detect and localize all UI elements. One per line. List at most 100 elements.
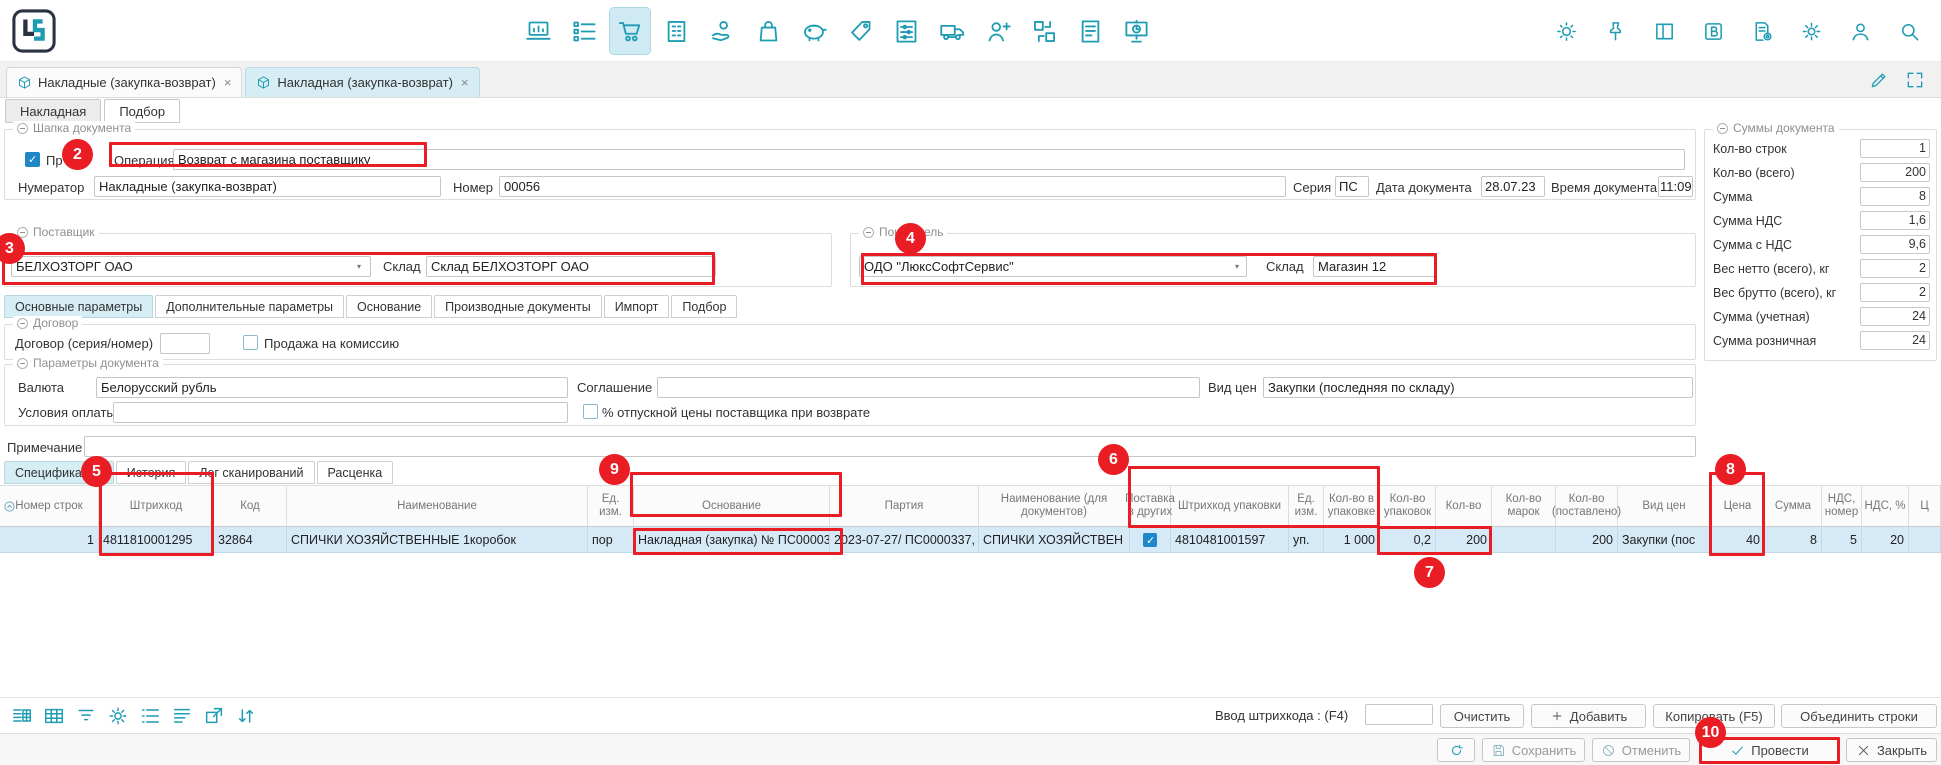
column-header[interactable]: Кол-во — [1436, 486, 1492, 526]
document-tab[interactable]: Накладные (закупка-возврат)× — [6, 67, 242, 97]
checklist-icon[interactable] — [564, 8, 604, 54]
cell[interactable] — [1130, 527, 1171, 552]
pin-icon[interactable] — [1597, 10, 1633, 52]
collapse-icon[interactable] — [863, 227, 874, 238]
price-tag-icon[interactable] — [840, 8, 880, 54]
brightness-icon[interactable] — [1548, 10, 1584, 52]
cell[interactable] — [1492, 527, 1556, 552]
column-header[interactable]: Вид цен — [1618, 486, 1711, 526]
cell[interactable]: 2023-07-27/ ПС0000337, — [830, 527, 979, 552]
collapse-icon[interactable] — [1717, 123, 1728, 134]
layout-columns-icon[interactable] — [1646, 10, 1682, 52]
document-tab[interactable]: Накладная (закупка-возврат)× — [245, 67, 479, 97]
piggy-bank-icon[interactable] — [794, 8, 834, 54]
sum-value[interactable]: 9,6 — [1860, 235, 1930, 254]
cell[interactable]: 8 — [1765, 527, 1822, 552]
doc-gear-icon[interactable] — [1744, 10, 1780, 52]
save-button[interactable]: Сохранить — [1482, 738, 1585, 762]
document-note-icon[interactable] — [1070, 8, 1110, 54]
column-header[interactable]: Ц — [1909, 486, 1941, 526]
subtab-0[interactable]: Накладная — [5, 99, 101, 123]
return-percent-checkbox[interactable] — [583, 404, 598, 419]
table-row[interactable]: 1481181000129532864СПИЧКИ ХОЗЯЙСТВЕННЫЕ … — [0, 527, 1941, 553]
contract-number-input[interactable] — [160, 333, 210, 354]
note-input[interactable] — [84, 436, 1696, 457]
refresh-button[interactable] — [1437, 738, 1475, 762]
column-header[interactable]: Кол-во упаковок — [1380, 486, 1436, 526]
split-merge-icon[interactable] — [1024, 8, 1064, 54]
param-tab-3[interactable]: Производные документы — [434, 295, 602, 318]
param-tab-0[interactable]: Основные параметры — [4, 295, 153, 318]
sum-value[interactable]: 1 — [1860, 139, 1930, 158]
cell[interactable] — [1909, 527, 1941, 552]
cell[interactable]: СПИЧКИ ХОЗЯЙСТВЕННЫЕ 1коробок — [287, 527, 588, 552]
sum-value[interactable]: 24 — [1860, 331, 1930, 350]
column-header[interactable]: Партия — [830, 486, 979, 526]
cell[interactable]: уп. — [1289, 527, 1324, 552]
close-tab-icon[interactable]: × — [224, 75, 232, 90]
currency-input[interactable] — [96, 377, 568, 398]
column-header[interactable]: Ед. изм. — [588, 486, 634, 526]
sum-value[interactable]: 2 — [1860, 259, 1930, 278]
filter-icon[interactable] — [74, 704, 98, 728]
list-numbered-icon[interactable] — [138, 704, 162, 728]
close-button[interactable]: Закрыть — [1846, 738, 1937, 762]
app-logo[interactable] — [12, 9, 56, 53]
laptop-chart-icon[interactable] — [518, 8, 558, 54]
clear-button[interactable]: Очистить — [1440, 704, 1524, 728]
column-header[interactable]: Кол-во (поставлено) — [1556, 486, 1618, 526]
list-plain-icon[interactable] — [170, 704, 194, 728]
search-icon[interactable] — [1891, 10, 1927, 52]
sum-value[interactable]: 200 — [1860, 163, 1930, 182]
agreement-input[interactable] — [657, 377, 1200, 398]
payment-terms-input[interactable] — [113, 402, 568, 423]
export-icon[interactable] — [202, 704, 226, 728]
sum-value[interactable]: 8 — [1860, 187, 1930, 206]
column-header[interactable]: Номер строк — [0, 486, 99, 526]
cell[interactable]: Закупки (пос — [1618, 527, 1711, 552]
param-tab-4[interactable]: Импорт — [604, 295, 670, 318]
gear-icon[interactable] — [1793, 10, 1829, 52]
posted-checkbox[interactable] — [25, 152, 40, 167]
bold-b-icon[interactable] — [1695, 10, 1731, 52]
subtab-1[interactable]: Подбор — [104, 99, 180, 123]
column-header[interactable]: Код — [214, 486, 287, 526]
param-tab-2[interactable]: Основание — [346, 295, 432, 318]
price-type-input[interactable] — [1263, 377, 1693, 398]
close-tab-icon[interactable]: × — [461, 75, 469, 90]
barcode-input[interactable] — [1365, 704, 1433, 725]
commission-checkbox[interactable] — [243, 335, 258, 350]
date-input[interactable] — [1481, 176, 1545, 197]
column-header[interactable]: Кол-во марок — [1492, 486, 1556, 526]
column-header[interactable]: НДС, % — [1862, 486, 1909, 526]
series-input[interactable] — [1335, 176, 1369, 197]
table-grid-icon[interactable] — [42, 704, 66, 728]
column-header[interactable]: НДС, номер — [1822, 486, 1862, 526]
collapse-icon[interactable] — [17, 123, 28, 134]
cell[interactable]: пор — [588, 527, 634, 552]
param-tab-1[interactable]: Дополнительные параметры — [155, 295, 344, 318]
gear-icon[interactable] — [106, 704, 130, 728]
list-grid-icon[interactable] — [10, 704, 34, 728]
collapse-icon[interactable] — [17, 358, 28, 369]
cell[interactable]: 5 — [1822, 527, 1862, 552]
cell[interactable]: 32864 — [214, 527, 287, 552]
numerator-input[interactable] — [94, 176, 441, 197]
column-header[interactable]: Наименование (для документов) — [979, 486, 1130, 526]
truck-icon[interactable] — [932, 8, 972, 54]
cell[interactable]: 20 — [1862, 527, 1909, 552]
row-checkbox[interactable] — [1143, 533, 1157, 547]
column-header[interactable]: Наименование — [287, 486, 588, 526]
sum-value[interactable]: 1,6 — [1860, 211, 1930, 230]
expand-icon[interactable] — [1905, 70, 1925, 90]
person-add-icon[interactable] — [978, 8, 1018, 54]
time-input[interactable] — [1658, 176, 1693, 197]
add-button[interactable]: Добавить — [1531, 704, 1646, 728]
cell[interactable]: 200 — [1556, 527, 1618, 552]
cell[interactable]: 1 — [0, 527, 99, 552]
user-icon[interactable] — [1842, 10, 1878, 52]
swap-icon[interactable] — [234, 704, 258, 728]
cancel-button[interactable]: Отменить — [1592, 738, 1690, 762]
presentation-clock-icon[interactable] — [1116, 8, 1156, 54]
param-tab-5[interactable]: Подбор — [671, 295, 737, 318]
